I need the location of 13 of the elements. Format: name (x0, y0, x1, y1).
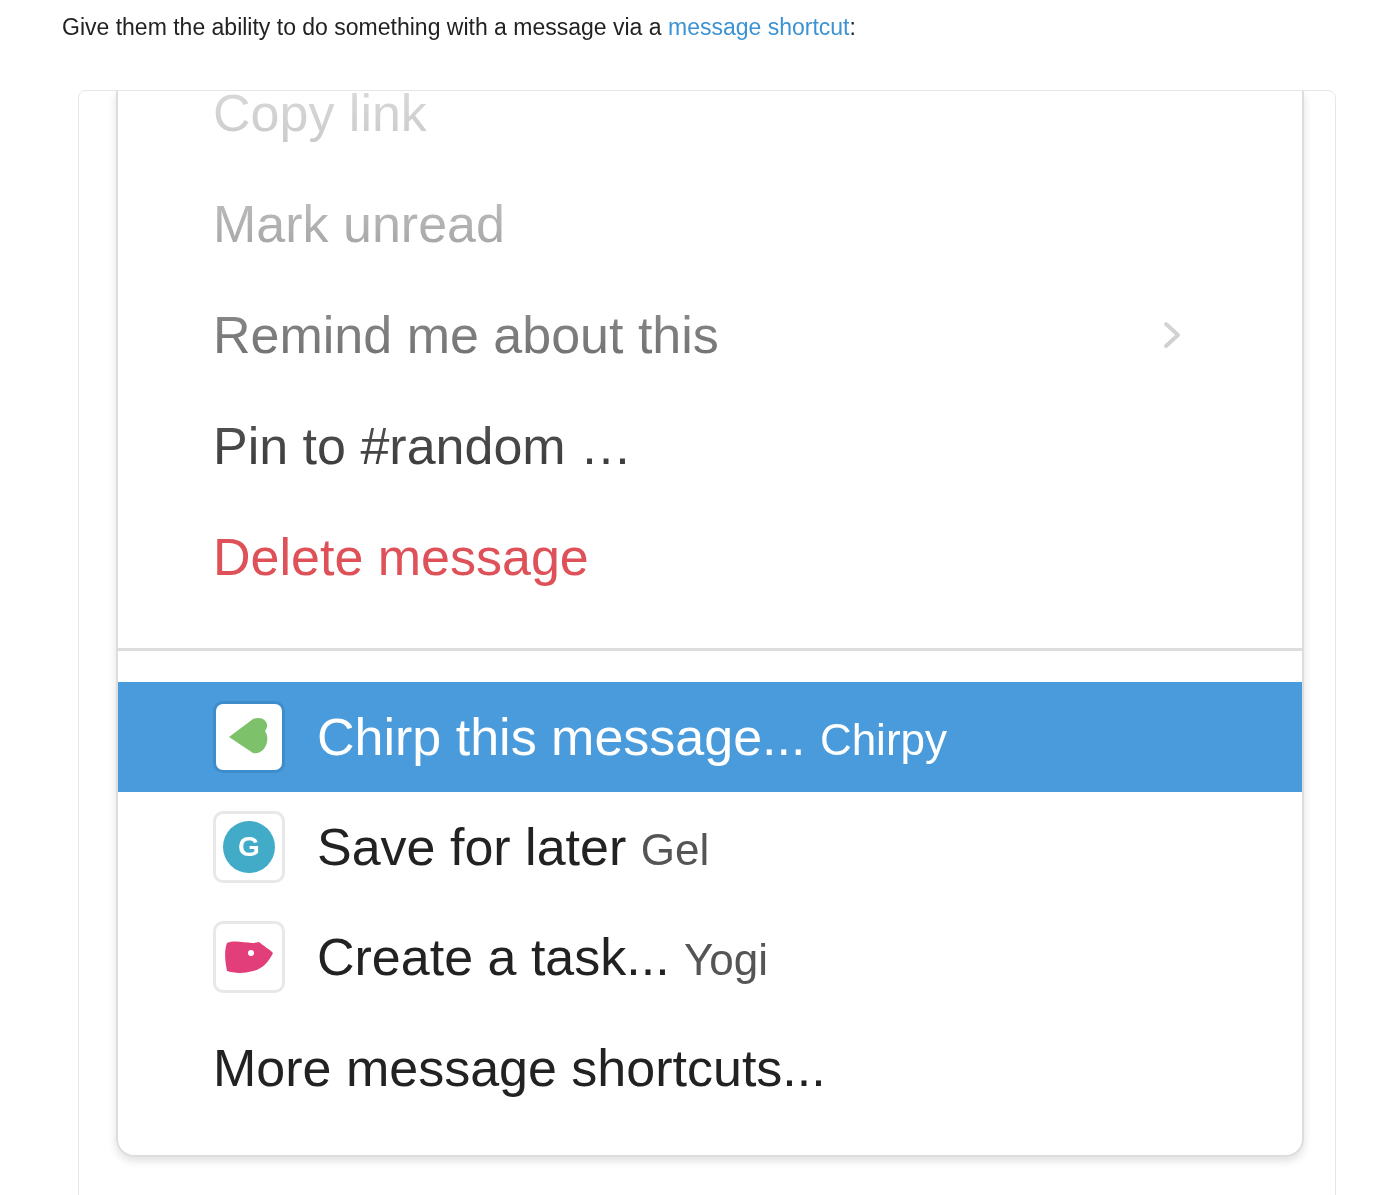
shortcut-item[interactable]: Create a task... Yogi (118, 902, 1302, 1012)
menu-item[interactable]: More message shortcuts... (118, 1012, 1302, 1123)
menu-item[interactable]: Delete message (118, 501, 1302, 612)
menu-item[interactable]: Pin to #random … (118, 390, 1302, 501)
letter-icon: G (213, 811, 285, 883)
chevron-right-icon (1162, 319, 1182, 350)
message-shortcut-link[interactable]: message shortcut (668, 14, 850, 40)
intro-text: Give them the ability to do something with a message via a message shortcut: (61, 13, 857, 42)
menu-item[interactable]: Remind me about this (118, 279, 1302, 390)
blob-icon (213, 921, 285, 993)
shortcut-item[interactable]: G Save for later Gel (118, 792, 1302, 902)
shortcut-item[interactable]: Chirp this message... Chirpy (118, 682, 1302, 792)
menu-item[interactable]: Mark unread (118, 168, 1302, 279)
